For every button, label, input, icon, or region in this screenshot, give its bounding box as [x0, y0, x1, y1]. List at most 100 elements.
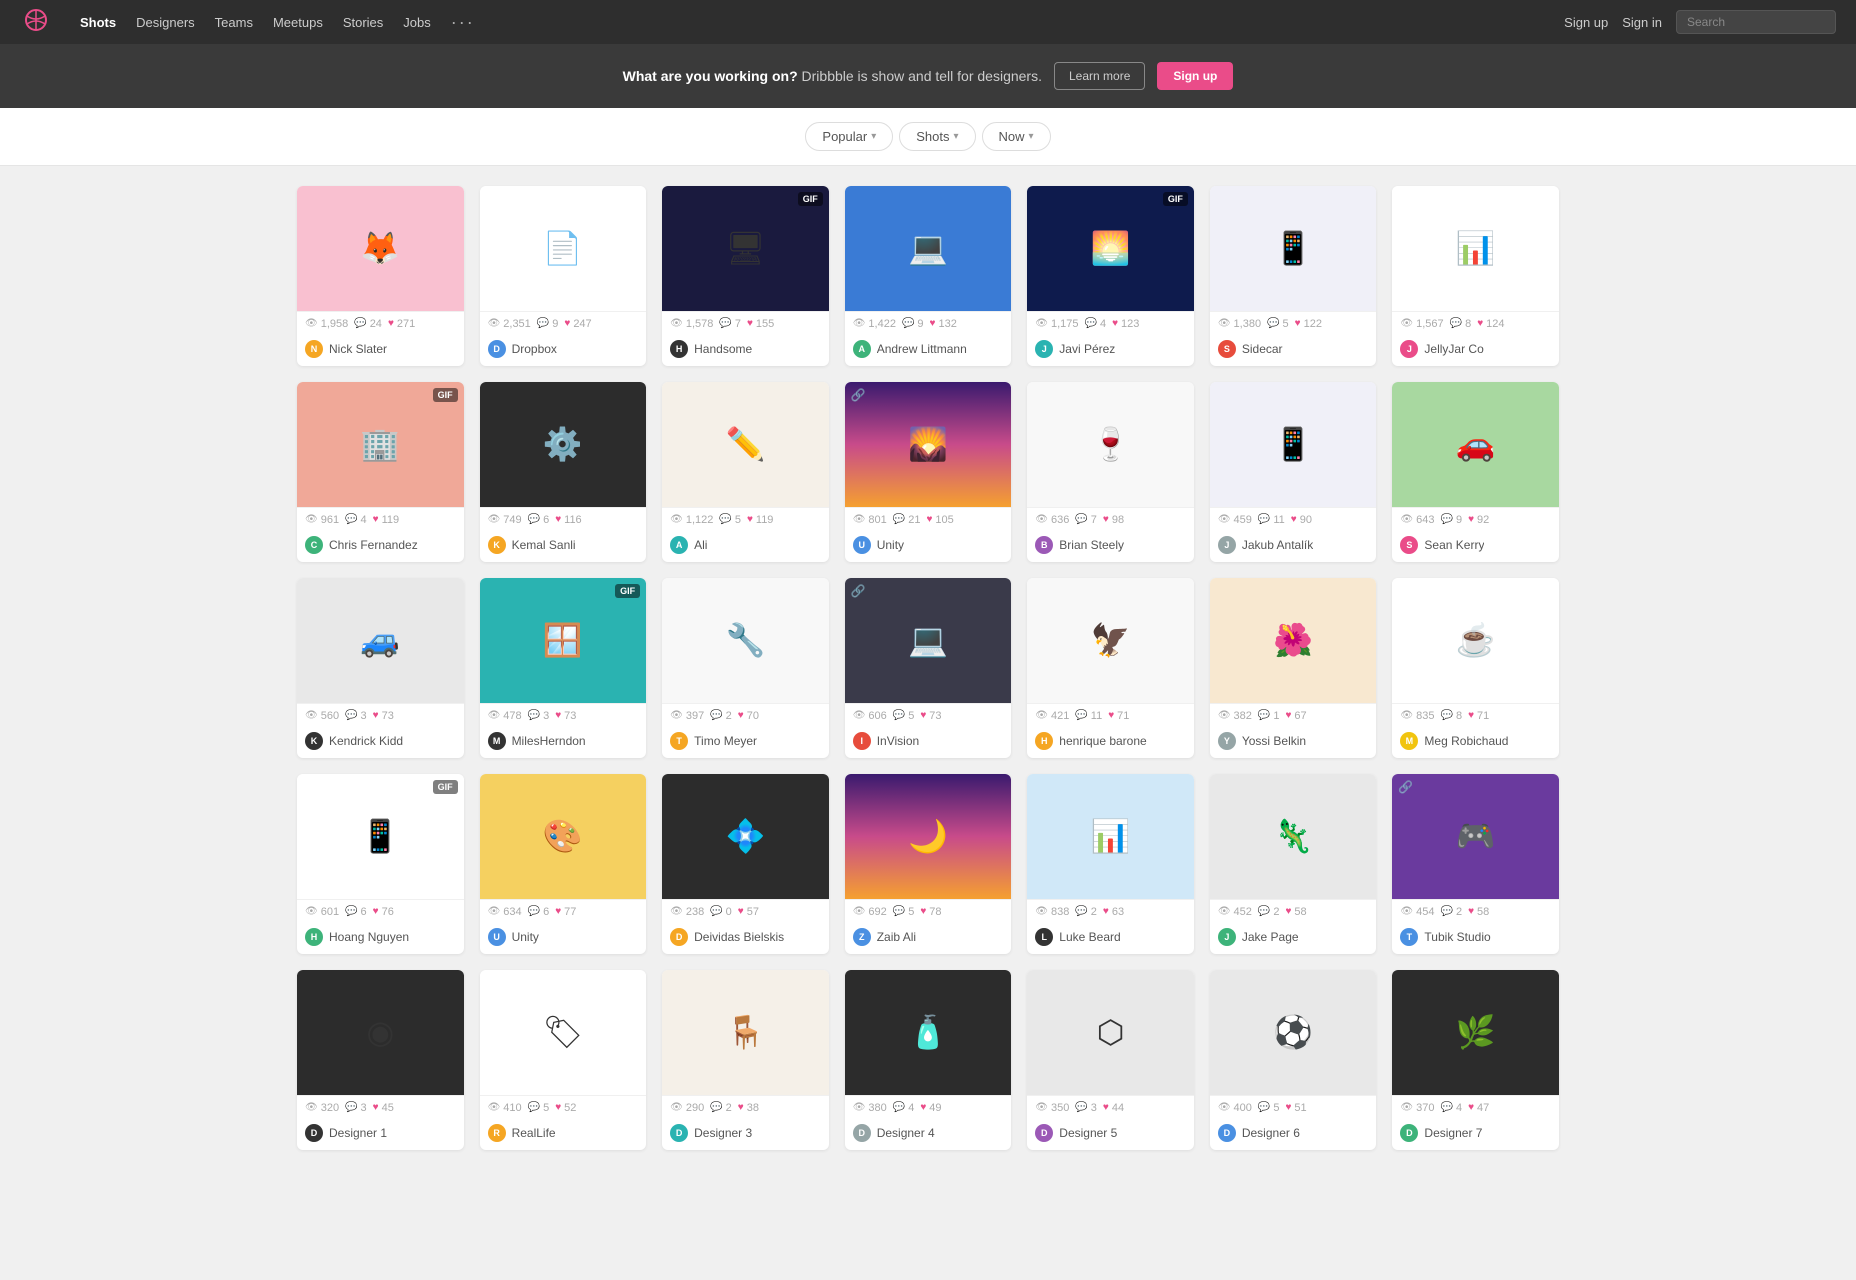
comments-count: 💬 9: [537, 318, 559, 330]
shot-card[interactable]: 🦊 👁 1,958 💬 24 ♥ 271 N Nick Slater: [297, 186, 464, 366]
nav-designers[interactable]: Designers: [136, 15, 195, 30]
author-name[interactable]: Deividas Bielskis: [694, 930, 784, 944]
shot-card[interactable]: ⚽ 👁 400 💬 5 ♥ 51 D Designer 6: [1210, 970, 1377, 1150]
shot-card[interactable]: ☕ 👁 835 💬 8 ♥ 71 M Meg Robichaud: [1392, 578, 1559, 758]
author-name[interactable]: Andrew Littmann: [877, 342, 967, 356]
eye-icon: 👁: [1218, 318, 1231, 329]
author-name[interactable]: Luke Beard: [1059, 930, 1120, 944]
eye-icon: 👁: [1035, 1102, 1048, 1113]
shot-card[interactable]: 🚙 👁 560 💬 3 ♥ 73 K Kendrick Kidd: [297, 578, 464, 758]
shot-card[interactable]: 💠 👁 238 💬 0 ♥ 57 D Deividas Bielskis: [662, 774, 829, 954]
nav-meetups[interactable]: Meetups: [273, 15, 323, 30]
nav-stories[interactable]: Stories: [343, 15, 383, 30]
shot-card[interactable]: 🌄 🔗 👁 801 💬 21 ♥ 105 U Unity: [845, 382, 1012, 562]
shot-card[interactable]: 💻 🔗 👁 606 💬 5 ♥ 73 I InVision: [845, 578, 1012, 758]
author-name[interactable]: Meg Robichaud: [1424, 734, 1508, 748]
shot-card[interactable]: 🌙 👁 692 💬 5 ♥ 78 Z Zaib Ali: [845, 774, 1012, 954]
learn-more-button[interactable]: Learn more: [1054, 62, 1145, 90]
author-name[interactable]: JellyJar Co: [1424, 342, 1483, 356]
shot-card[interactable]: 🏷 👁 410 💬 5 ♥ 52 R RealLife: [480, 970, 647, 1150]
logo[interactable]: [20, 8, 52, 37]
shot-card[interactable]: 🔧 👁 397 💬 2 ♥ 70 T Timo Meyer: [662, 578, 829, 758]
author-name[interactable]: RealLife: [512, 1126, 556, 1140]
shot-card[interactable]: 🖥 GIF 👁 1,578 💬 7 ♥ 155 H Handsome: [662, 186, 829, 366]
nav-shots[interactable]: Shots: [80, 15, 116, 30]
banner-signup-button[interactable]: Sign up: [1157, 62, 1233, 90]
author-name[interactable]: Unity: [512, 930, 539, 944]
nav-more[interactable]: ···: [451, 12, 475, 33]
shot-card[interactable]: 🧴 👁 380 💬 4 ♥ 49 D Designer 4: [845, 970, 1012, 1150]
shot-info: A Andrew Littmann: [845, 334, 1012, 366]
shot-card[interactable]: 📱 👁 459 💬 11 ♥ 90 J Jakub Antalík: [1210, 382, 1377, 562]
shot-stats: 👁 1,422 💬 9 ♥ 132: [845, 311, 1012, 334]
avatar: Y: [1218, 732, 1236, 750]
filter-shots[interactable]: Shots ▾: [899, 122, 975, 151]
author-name[interactable]: Tubik Studio: [1424, 930, 1490, 944]
author-name[interactable]: Kemal Sanli: [512, 538, 576, 552]
author-name[interactable]: Zaib Ali: [877, 930, 916, 944]
search-input[interactable]: [1676, 10, 1836, 34]
shot-card[interactable]: 🌺 👁 382 💬 1 ♥ 67 Y Yossi Belkin: [1210, 578, 1377, 758]
shot-card[interactable]: 🪟 GIF 👁 478 💬 3 ♥ 73 M MilesHerndon: [480, 578, 647, 758]
shot-card[interactable]: 🎨 👁 634 💬 6 ♥ 77 U Unity: [480, 774, 647, 954]
author-name[interactable]: Javi Pérez: [1059, 342, 1115, 356]
shot-card[interactable]: 📊 👁 838 💬 2 ♥ 63 L Luke Beard: [1027, 774, 1194, 954]
shot-card[interactable]: 📱 GIF 👁 601 💬 6 ♥ 76 H Hoang Nguyen: [297, 774, 464, 954]
nav-teams[interactable]: Teams: [215, 15, 253, 30]
author-name[interactable]: Handsome: [694, 342, 752, 356]
shot-card[interactable]: 📄 👁 2,351 💬 9 ♥ 247 D Dropbox: [480, 186, 647, 366]
author-name[interactable]: Ali: [694, 538, 707, 552]
author-name[interactable]: Sidecar: [1242, 342, 1283, 356]
author-name[interactable]: Nick Slater: [329, 342, 387, 356]
author-name[interactable]: Designer 6: [1242, 1126, 1300, 1140]
filter-now[interactable]: Now ▾: [982, 122, 1051, 151]
author-name[interactable]: Dropbox: [512, 342, 557, 356]
shot-thumb-content: ⚽: [1210, 970, 1377, 1095]
author-name[interactable]: Designer 3: [694, 1126, 752, 1140]
filter-popular[interactable]: Popular ▾: [805, 122, 893, 151]
likes-count: ♥ 52: [555, 1102, 576, 1114]
author-name[interactable]: Jake Page: [1242, 930, 1299, 944]
author-name[interactable]: Designer 4: [877, 1126, 935, 1140]
eye-icon: 👁: [488, 1102, 501, 1113]
author-name[interactable]: Chris Fernandez: [329, 538, 418, 552]
shot-card[interactable]: 💻 👁 1,422 💬 9 ♥ 132 A Andrew Littmann: [845, 186, 1012, 366]
likes-count: ♥ 49: [920, 1102, 941, 1114]
shot-stats: 👁 350 💬 3 ♥ 44: [1027, 1095, 1194, 1118]
nav-jobs[interactable]: Jobs: [403, 15, 430, 30]
author-name[interactable]: Hoang Nguyen: [329, 930, 409, 944]
shot-card[interactable]: 🌅 GIF 👁 1,175 💬 4 ♥ 123 J Javi Pérez: [1027, 186, 1194, 366]
author-name[interactable]: henrique barone: [1059, 734, 1146, 748]
shot-card[interactable]: 🎮 🔗 👁 454 💬 2 ♥ 58 T Tubik Studio: [1392, 774, 1559, 954]
shot-card[interactable]: 🌿 👁 370 💬 4 ♥ 47 D Designer 7: [1392, 970, 1559, 1150]
author-name[interactable]: MilesHerndon: [512, 734, 586, 748]
shot-card[interactable]: 🦎 👁 452 💬 2 ♥ 58 J Jake Page: [1210, 774, 1377, 954]
shot-card[interactable]: ◉ 👁 320 💬 3 ♥ 45 D Designer 1: [297, 970, 464, 1150]
shot-card[interactable]: 🪑 👁 290 💬 2 ♥ 38 D Designer 3: [662, 970, 829, 1150]
shot-card[interactable]: 🦅 👁 421 💬 11 ♥ 71 H henrique barone: [1027, 578, 1194, 758]
author-name[interactable]: Brian Steely: [1059, 538, 1124, 552]
shot-card[interactable]: ✏️ 👁 1,122 💬 5 ♥ 119 A Ali: [662, 382, 829, 562]
author-name[interactable]: Unity: [877, 538, 904, 552]
author-name[interactable]: Timo Meyer: [694, 734, 757, 748]
author-name[interactable]: Kendrick Kidd: [329, 734, 403, 748]
likes-count: ♥ 67: [1285, 710, 1306, 722]
shot-card[interactable]: ⚙️ 👁 749 💬 6 ♥ 116 K Kemal Sanli: [480, 382, 647, 562]
shot-card[interactable]: 🍷 👁 636 💬 7 ♥ 98 B Brian Steely: [1027, 382, 1194, 562]
shot-card[interactable]: 🏢 GIF 👁 961 💬 4 ♥ 119 C Chris Fernandez: [297, 382, 464, 562]
shot-card[interactable]: 🚗 👁 643 💬 9 ♥ 92 S Sean Kerry: [1392, 382, 1559, 562]
shot-card[interactable]: ⬡ 👁 350 💬 3 ♥ 44 D Designer 5: [1027, 970, 1194, 1150]
comment-icon: 💬: [893, 906, 905, 917]
author-name[interactable]: Yossi Belkin: [1242, 734, 1306, 748]
shot-card[interactable]: 📊 👁 1,567 💬 8 ♥ 124 J JellyJar Co: [1392, 186, 1559, 366]
avatar: H: [1035, 732, 1053, 750]
author-name[interactable]: InVision: [877, 734, 919, 748]
author-name[interactable]: Jakub Antalík: [1242, 538, 1313, 552]
nav-signup[interactable]: Sign up: [1564, 15, 1608, 30]
nav-signin[interactable]: Sign in: [1622, 15, 1662, 30]
author-name[interactable]: Sean Kerry: [1424, 538, 1484, 552]
author-name[interactable]: Designer 5: [1059, 1126, 1117, 1140]
author-name[interactable]: Designer 1: [329, 1126, 387, 1140]
author-name[interactable]: Designer 7: [1424, 1126, 1482, 1140]
shot-card[interactable]: 📱 👁 1,380 💬 5 ♥ 122 S Sidecar: [1210, 186, 1377, 366]
